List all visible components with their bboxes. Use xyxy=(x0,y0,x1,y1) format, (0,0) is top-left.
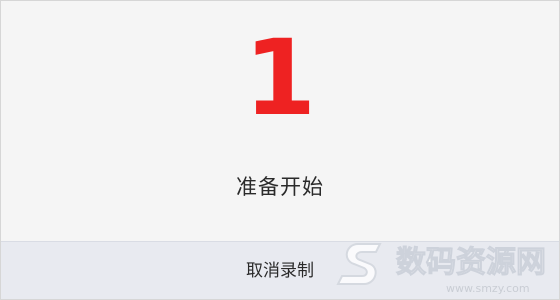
dialog-footer: 取消录制 xyxy=(1,241,559,299)
recording-countdown-dialog: 1 准备开始 取消录制 xyxy=(0,0,560,300)
cancel-recording-button[interactable]: 取消录制 xyxy=(1,242,559,300)
countdown-number: 1 xyxy=(243,17,317,139)
status-text: 准备开始 xyxy=(236,175,324,199)
